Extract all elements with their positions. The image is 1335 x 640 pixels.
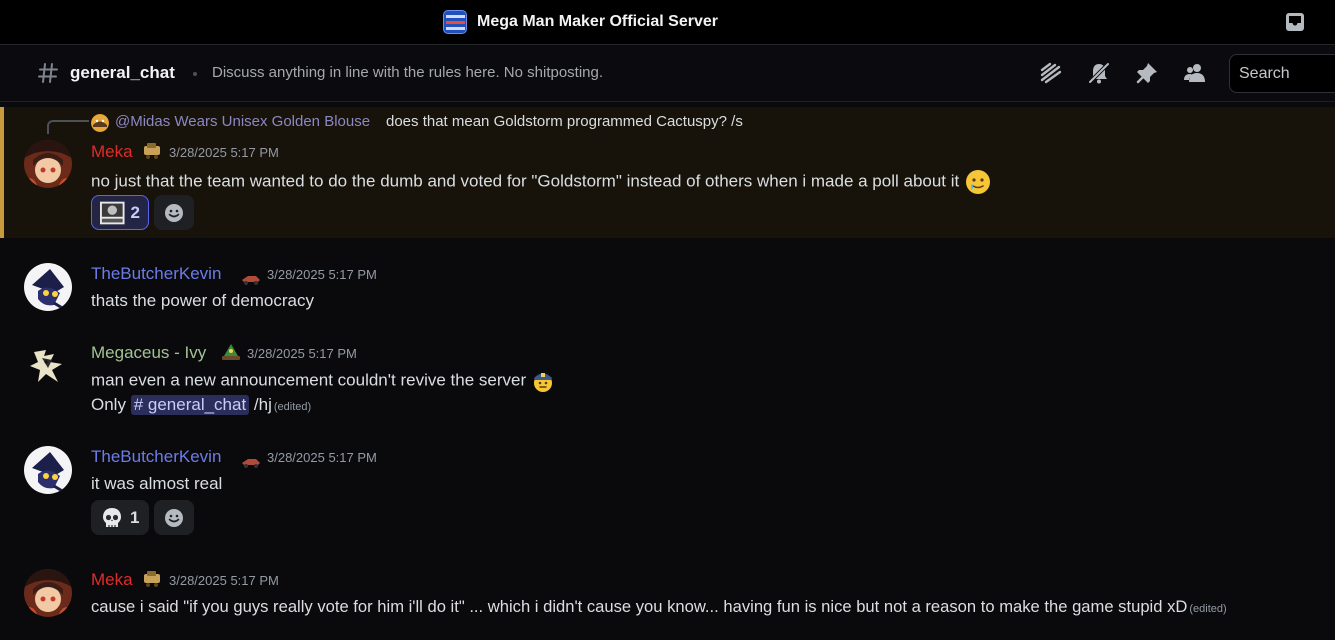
channel-mention[interactable]: # general_chat [130,395,250,415]
message-list: @Midas Wears Unisex Golden Blouse does t… [0,102,1335,640]
search-box[interactable] [1229,54,1335,93]
message-content: no just that the team wanted to do the d… [91,168,992,196]
role-icon [242,459,260,468]
timestamp[interactable]: 3/28/2025 5:17 PM [267,450,377,465]
message-author[interactable]: Meka [91,570,133,590]
pin-icon[interactable] [1135,61,1159,85]
avatar[interactable] [24,569,72,617]
channel-topic[interactable]: Discuss anything in line with the rules … [212,64,603,81]
avatar[interactable] [24,140,72,188]
reply-connector [47,120,89,134]
add-reaction-button[interactable] [154,195,194,230]
reaction-pill[interactable]: 1 [91,500,149,535]
message-text: no just that the team wanted to do the d… [91,171,960,191]
server-name: Mega Man Maker Official Server [477,13,718,30]
avatar[interactable] [24,342,72,390]
title-bar: Mega Man Maker Official Server [0,0,1335,44]
avatar[interactable] [24,263,72,311]
message-text: /hj [253,395,272,414]
hash-icon [38,63,58,83]
message-content: cause i said "if you guys really vote fo… [91,597,1227,617]
server-logo-icon [443,10,467,34]
sad-tear-emoji-icon [966,170,990,194]
member-list-icon[interactable] [1183,61,1207,85]
role-icon [144,143,160,159]
server-title: Mega Man Maker Official Server [443,9,718,35]
role-icon [144,571,160,587]
timestamp[interactable]: 3/28/2025 5:17 PM [267,267,377,282]
timestamp[interactable]: 3/28/2025 5:17 PM [169,573,279,588]
reaction-count: 1 [130,507,140,527]
search-input[interactable] [1239,64,1335,84]
message-text: it was almost real [91,474,223,493]
edited-label: (edited) [273,401,312,413]
message-author[interactable]: Megaceus - Ivy [91,343,206,363]
reaction-count: 2 [130,202,140,222]
message-author[interactable]: Meka [91,142,133,162]
reaction-pill[interactable]: 2 [91,195,149,230]
message-text: thats the power of democracy [91,291,315,310]
role-icon [222,344,240,360]
skull-emoji-icon [103,507,121,527]
message-content-line2: Only # general_chat /hj (edited) [91,395,311,415]
inbox-icon[interactable] [1285,12,1305,32]
notification-mute-icon[interactable] [1087,61,1111,85]
reply-text[interactable]: does that mean Goldstorm programmed Cact… [386,113,743,130]
add-reaction-icon [165,203,183,222]
message-text: man even a new announcement couldn't rev… [91,370,527,390]
avatar[interactable] [24,446,72,494]
message-content: man even a new announcement couldn't rev… [91,369,555,393]
reply-mention[interactable]: @Midas Wears Unisex Golden Blouse [115,113,370,130]
role-icon [242,276,260,285]
timestamp[interactable]: 3/28/2025 5:17 PM [247,346,357,361]
custom-emoji-icon [100,201,125,224]
reply-avatar[interactable] [91,114,109,132]
police-emoji-icon [533,373,552,392]
channel-name: general_chat [70,63,175,82]
add-reaction-button[interactable] [154,500,194,535]
message-author[interactable]: TheButcherKevin [91,264,221,284]
header-divider-dot [193,72,197,76]
edited-label: (edited) [1189,603,1227,615]
message-author[interactable]: TheButcherKevin [91,447,221,467]
message-text: Only [91,395,126,414]
add-reaction-icon [165,508,183,527]
timestamp[interactable]: 3/28/2025 5:17 PM [169,145,279,160]
channel-header: general_chat Discuss anything in line wi… [0,44,1335,102]
message-text: cause i said "if you guys really vote fo… [91,597,1188,616]
threads-icon[interactable] [1039,61,1063,85]
